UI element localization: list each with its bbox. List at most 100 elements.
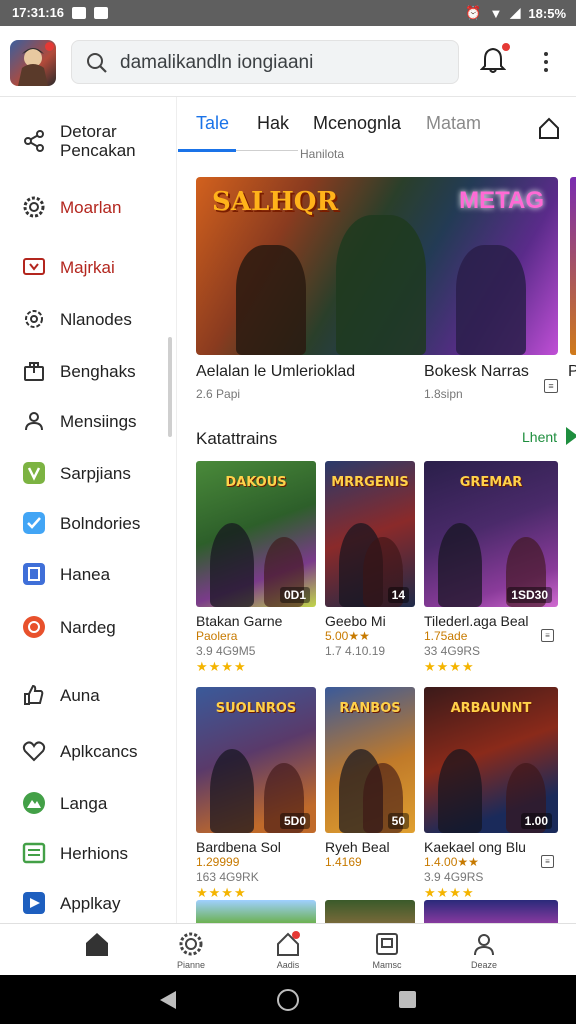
home-button[interactable] [277, 989, 299, 1011]
sidebar-item-6[interactable]: Sarpjians [0, 451, 168, 495]
tab-mcenognla[interactable]: Mcenognla [313, 113, 401, 134]
sidebar-item-5[interactable]: Mensiings [0, 399, 168, 443]
game-rating-line: 1.4.00★★ [424, 855, 479, 869]
sidebar-item-13[interactable]: Herhions [0, 831, 168, 875]
game-thumbnail[interactable]: DAKOUS 0D1 [196, 461, 316, 607]
green-mountain-icon [20, 789, 48, 817]
logo-notification-dot [45, 42, 54, 51]
install-checkbox-icon[interactable]: ≡ [544, 379, 558, 393]
bottom-nav-label: Aadis [276, 960, 300, 970]
sidebar-item-11[interactable]: Aplkcancs [0, 729, 168, 773]
bottom-nav-0[interactable] [65, 930, 129, 960]
sidebar-item-14[interactable]: Applkay [0, 881, 168, 925]
people-icon [20, 407, 48, 435]
sidebar-item-3[interactable]: Nlanodes [0, 297, 168, 341]
message-notification-icon [72, 6, 87, 19]
sidebar-item-label: Majrkai [60, 257, 115, 277]
sidebar-item-label: Bolndories [60, 513, 141, 533]
wifi-icon: ▼ [489, 5, 503, 21]
tab-hak[interactable]: Hak [257, 113, 289, 134]
section-more-link[interactable]: Lhent [522, 429, 557, 445]
music-icon [20, 560, 48, 588]
house-icon[interactable] [538, 117, 560, 144]
install-checkbox-icon[interactable]: ≡ [541, 629, 554, 642]
download-notification-icon [94, 6, 109, 19]
tab-tale[interactable]: Tale [196, 113, 229, 134]
thumbnail-badge: 0D1 [279, 587, 310, 603]
thumbnail-badge: 14 [387, 587, 409, 603]
account-icon [470, 930, 498, 958]
sidebar-item-10[interactable]: Auna [0, 673, 168, 717]
bottom-nav-4[interactable]: Deaze [452, 930, 516, 970]
notification-icon [274, 930, 302, 958]
thumbnail-character [210, 523, 254, 607]
sidebar-item-9[interactable]: Nardeg [0, 605, 168, 649]
sidebar-item-12[interactable]: Langa [0, 781, 168, 825]
game-thumbnail[interactable]: SUOLNROS 5D0 [196, 687, 316, 833]
game-thumbnail-peek[interactable] [325, 900, 415, 923]
notification-bell-icon[interactable] [479, 43, 510, 79]
main-content: Tale Hak Mcenognla Matam Hanilota SALHQR… [178, 97, 576, 923]
sidebar-item-1[interactable]: Moarlan [0, 185, 168, 229]
section-arrow-icon[interactable] [566, 427, 576, 445]
tab-track [236, 150, 298, 151]
game-thumbnail-peek[interactable] [424, 900, 558, 923]
thumbnail-character [438, 749, 482, 833]
game-name: Tilederl.aga Beal [424, 613, 529, 629]
game-thumbnail[interactable]: GREMAR 1SD30 [424, 461, 558, 607]
sidebar: Detorar Pencakan Moarlan Majrkai Nlanodes Be… [0, 97, 177, 923]
thumbnail-title: DAKOUS [225, 475, 287, 490]
game-thumbnail[interactable]: ARBAUNNT 1.00 [424, 687, 558, 833]
bottom-nav-1[interactable]: Pianne [159, 930, 223, 970]
game-card[interactable]: RANBOS 50 Ryeh Beal 1.4169 [325, 687, 415, 870]
sidebar-item-4[interactable]: Benghaks [0, 349, 168, 393]
sidebar-item-0[interactable]: Detorar Pencakan [0, 119, 168, 163]
search-input[interactable]: damalikandln iongiaani [120, 52, 313, 74]
green-app-icon [20, 459, 48, 487]
game-thumbnail[interactable]: MRRGENIS 14 [325, 461, 415, 607]
game-thumbnail[interactable]: RANBOS 50 [325, 687, 415, 833]
thumbnail-title: MRRGENIS [331, 475, 409, 490]
sidebar-item-label: Mensiings [60, 411, 137, 431]
game-card[interactable]: ARBAUNNT 1.00 Kaekael ong Blu 1.4.00★★ 3.9 4… [424, 687, 558, 901]
game-thumbnail-peek[interactable] [196, 900, 316, 923]
game-rating-line: Paolera [196, 629, 238, 643]
sidebar-item-label: Moarlan [60, 197, 122, 217]
game-meta-line: 163 4G9RK [196, 870, 259, 884]
tab-bar: Tale Hak Mcenognla Matam Hanilota [178, 97, 576, 161]
section-title: Katattrains [196, 429, 278, 448]
sidebar-item-7[interactable]: Bolndories [0, 501, 168, 545]
game-name: Bardbena Sol [196, 839, 281, 855]
app-logo-icon[interactable] [10, 40, 56, 86]
game-name: Ryeh Beal [325, 839, 390, 855]
heart-icon [20, 737, 48, 765]
featured-banner[interactable]: SALHQR METAG [196, 177, 558, 355]
library-icon [373, 930, 401, 958]
sidebar-item-label: Hanea [60, 564, 111, 584]
sidebar-item-8[interactable]: Hanea [0, 552, 168, 596]
banner-caption: Aelalan le Umlerioklad [196, 363, 356, 380]
install-checkbox-icon[interactable]: ≡ [541, 855, 554, 868]
tab-indicator [178, 149, 236, 152]
next-banner-peek[interactable] [570, 177, 576, 355]
banner-character-2 [336, 215, 426, 355]
bottom-nav-3[interactable]: Mamsc [355, 930, 419, 970]
recents-button[interactable] [399, 991, 416, 1008]
game-card[interactable]: SUOLNROS 5D0 Bardbena Sol 1.29999 163 4G9RK ★… [196, 687, 316, 901]
search-bar[interactable]: damalikandln iongiaani [71, 40, 459, 84]
sidebar-item-label: Detorar Pencakan [60, 122, 136, 160]
bottom-nav-2[interactable]: Aadis [256, 930, 320, 970]
banner-character-1 [236, 245, 306, 355]
star-rating: ★★★★ [424, 659, 475, 674]
banner-character-3 [456, 245, 526, 355]
sidebar-scrollbar[interactable] [168, 337, 172, 437]
back-button[interactable] [160, 991, 176, 1009]
sidebar-item-2[interactable]: Majrkai [0, 245, 168, 289]
banner-caption-edge: P [568, 363, 576, 380]
tab-matam[interactable]: Matam [426, 113, 481, 134]
game-card[interactable]: DAKOUS 0D1 Btakan Garne Paolera 3.9 4G9M5 ★★★… [196, 461, 316, 675]
game-card[interactable]: GREMAR 1SD30 Tilederl.aga Beal 1.75ade 33 4G… [424, 461, 558, 675]
game-card[interactable]: MRRGENIS 14 Geebo Mi 5.00★★ 1.7 4.10.19 [325, 461, 415, 659]
more-options-icon[interactable] [540, 50, 552, 74]
thumbnail-badge: 5D0 [279, 813, 310, 829]
